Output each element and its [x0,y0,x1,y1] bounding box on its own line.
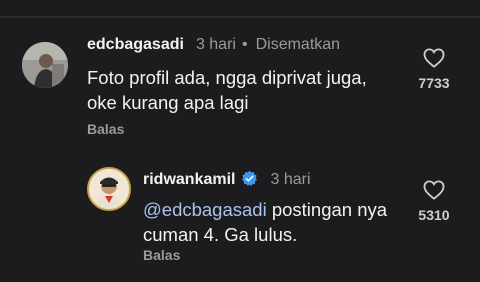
avatar[interactable] [22,42,68,88]
comment-header: ridwankamil 3 hari [143,167,311,189]
heart-outline-icon [423,180,445,200]
comment-item: edcbagasadi 3 hari • Disematkan Foto pro… [0,0,480,150]
pinned-label: Disematkan [255,36,341,53]
heart-outline-icon [423,48,445,68]
comment-username[interactable]: ridwankamil [143,171,235,189]
avatar-photo [89,169,129,209]
mention-link[interactable]: @edcbagasadi [143,199,267,220]
comment-username[interactable]: edcbagasadi [87,36,184,54]
like-count: 5310 [418,207,450,223]
reply-button[interactable]: Balas [143,247,180,263]
separator-dot: • [241,36,248,53]
comment-time: 3 hari [195,36,236,53]
comment-header: edcbagasadi 3 hari • Disematkan [87,36,340,54]
reply-button[interactable]: Balas [87,121,124,137]
like-count: 7733 [418,75,450,91]
comment-text: @edcbagasadi postingan nya cuman 4. Ga l… [143,197,403,247]
avatar[interactable] [87,167,131,211]
comment-item: ridwankamil 3 hari @edcbagasadi postinga… [0,150,480,282]
avatar-photo [22,42,68,88]
like-button[interactable]: 5310 [414,180,454,223]
like-button[interactable]: 7733 [414,48,454,91]
comment-time: 3 hari [270,171,311,188]
verified-badge-icon [242,170,258,187]
comment-text: Foto profil ada, ngga diprivat juga, oke… [87,67,367,113]
